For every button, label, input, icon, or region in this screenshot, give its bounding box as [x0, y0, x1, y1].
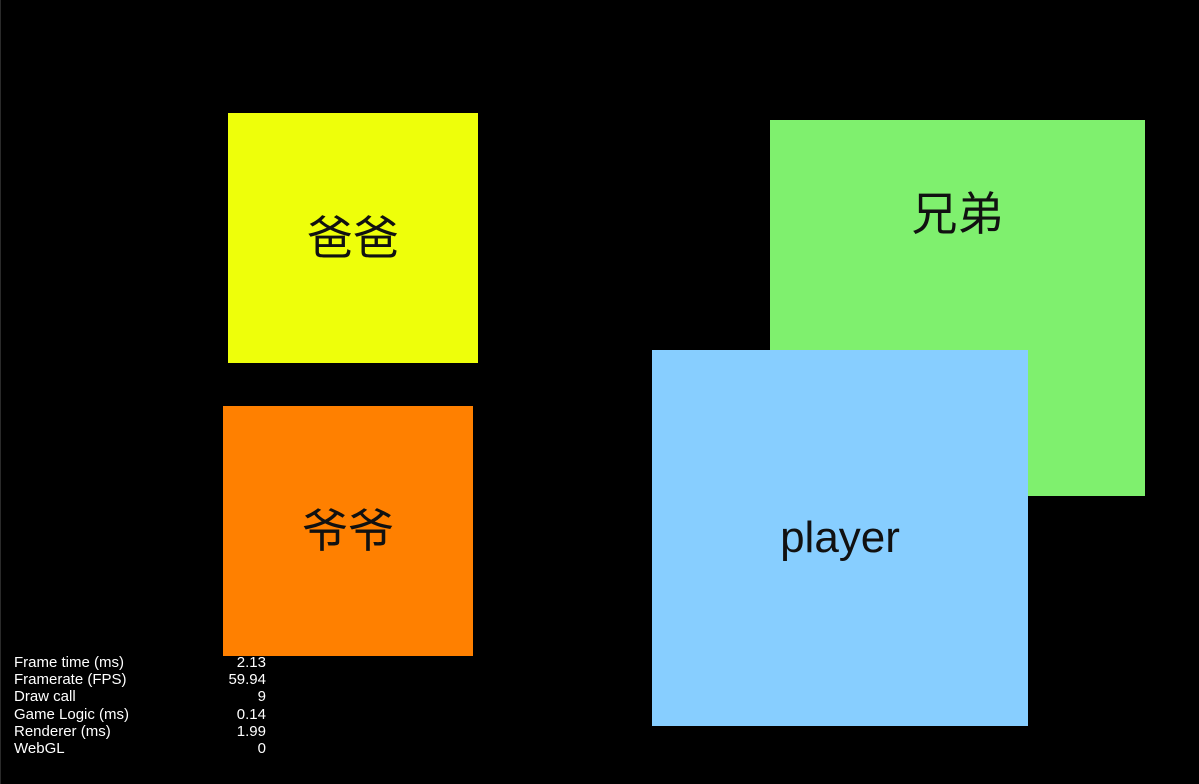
stat-framerate: Framerate (FPS) 59.94 [14, 671, 266, 688]
stat-draw-call: Draw call 9 [14, 688, 266, 705]
debug-stats-panel: Frame time (ms) 2.13 Framerate (FPS) 59.… [14, 654, 266, 757]
stat-value: 0.14 [236, 705, 266, 723]
grandpa-node: 爷爷 [223, 406, 473, 656]
grandpa-label: 爷爷 [302, 504, 394, 558]
player-label: player [780, 513, 900, 562]
game-canvas[interactable]: 爸爸 爷爷 兄弟 player Frame time (ms) 2.13 Fra… [0, 0, 1199, 784]
stat-value: 9 [257, 688, 266, 706]
stat-value: 59.94 [228, 671, 266, 689]
stat-label: Draw call [14, 688, 76, 706]
stat-value: 2.13 [236, 654, 266, 671]
dad-label: 爸爸 [307, 211, 399, 265]
dad-node: 爸爸 [228, 113, 478, 363]
stat-value: 0 [257, 740, 266, 758]
stat-label: Renderer (ms) [14, 722, 111, 740]
stat-label: Framerate (FPS) [14, 671, 127, 689]
stat-game-logic: Game Logic (ms) 0.14 [14, 706, 266, 723]
stat-label: Game Logic (ms) [14, 705, 130, 723]
stat-renderer: Renderer (ms) 1.99 [14, 723, 266, 740]
stat-frame-time: Frame time (ms) 2.13 [14, 654, 266, 671]
stat-label: Frame time (ms) [14, 654, 124, 671]
stat-webgl: WebGL 0 [14, 740, 266, 757]
stat-value: 1.99 [236, 722, 266, 740]
stat-label: WebGL [14, 740, 65, 758]
brother-label: 兄弟 [911, 187, 1004, 241]
player-node[interactable]: player [652, 350, 1028, 726]
